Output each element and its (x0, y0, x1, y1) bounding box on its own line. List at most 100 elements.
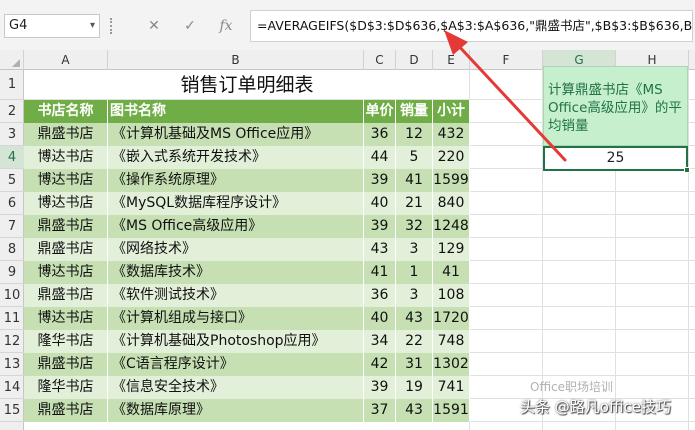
cell-book[interactable]: 《数据库技术》 (108, 261, 364, 284)
cell-quantity[interactable]: 3 (396, 238, 433, 261)
column-header-f[interactable]: F (470, 50, 543, 70)
row-header-14[interactable]: 14 (0, 376, 24, 399)
row-header-15[interactable]: 15 (0, 399, 24, 422)
cell-price[interactable]: 37 (364, 399, 396, 422)
formula-input[interactable]: =AVERAGEIFS($D$3:$D$636,$A$3:$A$636,"鼎盛书… (250, 10, 693, 42)
cell-subtotal[interactable]: 108 (433, 284, 470, 307)
cell-subtotal[interactable]: 741 (433, 376, 470, 399)
sheet-title[interactable]: 销售订单明细表 (24, 70, 470, 100)
cell-price[interactable]: 44 (364, 146, 396, 169)
cell-book[interactable]: 《计算机基础及Photoshop应用》 (108, 330, 364, 353)
row-header-12[interactable]: 12 (0, 330, 24, 353)
cell-price[interactable]: 41 (364, 261, 396, 284)
row-header-3[interactable]: 3 (0, 123, 24, 146)
cancel-icon[interactable]: ✕ (142, 14, 166, 38)
row-header-4[interactable]: 4 (0, 146, 24, 169)
column-header-a[interactable]: A (24, 50, 108, 70)
header-store[interactable]: 书店名称 (24, 100, 108, 123)
cell-subtotal[interactable]: 1591 (433, 399, 470, 422)
cell-book[interactable]: 《计算机基础及MS Office应用》 (108, 123, 364, 146)
cell-subtotal[interactable]: 1599 (433, 169, 470, 192)
cell-quantity[interactable]: 19 (396, 376, 433, 399)
cell-price[interactable]: 42 (364, 353, 396, 376)
cell-price[interactable]: 43 (364, 238, 396, 261)
cell-subtotal[interactable]: 432 (433, 123, 470, 146)
row-header-11[interactable]: 11 (0, 307, 24, 330)
cell-book[interactable]: 《数据库原理》 (108, 399, 364, 422)
cell-subtotal[interactable]: 1248 (433, 215, 470, 238)
fill-handle[interactable] (684, 167, 690, 173)
result-cell-g4[interactable]: 25 (543, 146, 688, 171)
cell-store[interactable]: 鼎盛书店 (24, 284, 108, 307)
row-header-7[interactable]: 7 (0, 215, 24, 238)
cell-price[interactable]: 36 (364, 284, 396, 307)
worksheet-grid[interactable]: 销售订单明细表 书店名称 图书名称 单价 销量 小计 鼎盛书店 《计算机基础及M… (24, 66, 695, 430)
cell-quantity[interactable]: 32 (396, 215, 433, 238)
row-header-8[interactable]: 8 (0, 238, 24, 261)
cell-store[interactable]: 博达书店 (24, 261, 108, 284)
row-header-6[interactable]: 6 (0, 192, 24, 215)
name-box[interactable]: G4 ▾ (4, 14, 100, 38)
insert-function-icon[interactable]: fx (214, 14, 238, 38)
column-header-d[interactable]: D (396, 50, 433, 70)
row-header-1[interactable]: 1 (0, 70, 24, 100)
cell-book[interactable]: 《MS Office高级应用》 (108, 215, 364, 238)
cell-subtotal[interactable]: 748 (433, 330, 470, 353)
cell-store[interactable]: 博达书店 (24, 192, 108, 215)
row-header-2[interactable]: 2 (0, 100, 24, 123)
cell-store[interactable]: 博达书店 (24, 146, 108, 169)
cell-price[interactable]: 34 (364, 330, 396, 353)
row-header-10[interactable]: 10 (0, 284, 24, 307)
cell-subtotal[interactable]: 129 (433, 238, 470, 261)
cell-subtotal[interactable]: 840 (433, 192, 470, 215)
cell-book[interactable]: 《嵌入式系统开发技术》 (108, 146, 364, 169)
cell-store[interactable]: 鼎盛书店 (24, 215, 108, 238)
column-header-b[interactable]: B (108, 50, 364, 70)
cell-book[interactable]: 《MySQL数据库程序设计》 (108, 192, 364, 215)
cell-book[interactable]: 《计算机组成与接口》 (108, 307, 364, 330)
cell-price[interactable]: 40 (364, 192, 396, 215)
cell-store[interactable]: 鼎盛书店 (24, 123, 108, 146)
cell-quantity[interactable]: 3 (396, 284, 433, 307)
column-header-e[interactable]: E (433, 50, 470, 70)
cell-store[interactable]: 隆华书店 (24, 330, 108, 353)
cell-subtotal[interactable]: 220 (433, 146, 470, 169)
cell-quantity[interactable]: 12 (396, 123, 433, 146)
cell-price[interactable]: 39 (364, 376, 396, 399)
header-price[interactable]: 单价 (364, 100, 396, 123)
cell-store[interactable]: 鼎盛书店 (24, 353, 108, 376)
enter-icon[interactable]: ✓ (178, 14, 202, 38)
column-header-c[interactable]: C (364, 50, 396, 70)
row-header-9[interactable]: 9 (0, 261, 24, 284)
cell-subtotal[interactable]: 41 (433, 261, 470, 284)
select-all-corner[interactable] (0, 50, 24, 70)
header-book[interactable]: 图书名称 (108, 100, 364, 123)
cell-quantity[interactable]: 43 (396, 399, 433, 422)
cell-quantity[interactable]: 22 (396, 330, 433, 353)
cell-price[interactable]: 40 (364, 307, 396, 330)
chevron-down-icon[interactable]: ▾ (90, 15, 95, 37)
cell-quantity[interactable]: 43 (396, 307, 433, 330)
cell-quantity[interactable]: 1 (396, 261, 433, 284)
cell-store[interactable]: 隆华书店 (24, 376, 108, 399)
cell-store[interactable]: 博达书店 (24, 169, 108, 192)
row-header-5[interactable]: 5 (0, 169, 24, 192)
cell-subtotal[interactable]: 1302 (433, 353, 470, 376)
header-subtotal[interactable]: 小计 (433, 100, 470, 123)
cell-book[interactable]: 《操作系统原理》 (108, 169, 364, 192)
cell-book[interactable]: 《C语言程序设计》 (108, 353, 364, 376)
cell-book[interactable]: 《软件测试技术》 (108, 284, 364, 307)
cell-subtotal[interactable]: 1720 (433, 307, 470, 330)
cell-price[interactable]: 39 (364, 215, 396, 238)
question-cell[interactable]: 计算鼎盛书店《MS Office高级应用》的平均销量 (543, 66, 688, 146)
cell-store[interactable]: 鼎盛书店 (24, 238, 108, 261)
cell-quantity[interactable]: 31 (396, 353, 433, 376)
cell-quantity[interactable]: 5 (396, 146, 433, 169)
cell-price[interactable]: 39 (364, 169, 396, 192)
cell-quantity[interactable]: 41 (396, 169, 433, 192)
row-header-13[interactable]: 13 (0, 353, 24, 376)
header-quantity[interactable]: 销量 (396, 100, 433, 123)
cell-book[interactable]: 《信息安全技术》 (108, 376, 364, 399)
cell-book[interactable]: 《网络技术》 (108, 238, 364, 261)
cell-price[interactable]: 36 (364, 123, 396, 146)
